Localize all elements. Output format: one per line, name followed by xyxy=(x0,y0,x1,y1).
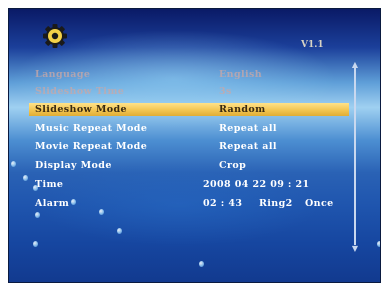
menu-item-label: Language xyxy=(35,69,91,80)
menu-item-alarm[interactable]: Alarm 02 : 43 Ring2 Once xyxy=(29,197,349,210)
bubble-decoration xyxy=(71,199,76,205)
menu-item-label: Time xyxy=(35,179,64,190)
menu-item-slideshow-mode[interactable]: Slideshow Mode Random xyxy=(29,103,349,116)
bubble-decoration xyxy=(23,175,28,181)
bubble-decoration xyxy=(35,212,40,218)
alarm-ring-value: Ring2 xyxy=(259,198,293,209)
bubble-decoration xyxy=(377,241,380,247)
menu-item-movie-repeat-mode[interactable]: Movie Repeat Mode Repeat all xyxy=(29,140,349,153)
menu-item-label: Alarm xyxy=(35,198,70,209)
menu-item-label: Movie Repeat Mode xyxy=(35,141,148,152)
bubble-decoration xyxy=(11,161,16,167)
menu-item-value: Random xyxy=(219,104,266,115)
menu-item-value: Repeat all xyxy=(219,141,277,152)
scrollbar[interactable] xyxy=(354,67,356,245)
bubble-decoration xyxy=(199,261,204,267)
gear-icon xyxy=(43,24,67,48)
menu-item-display-mode[interactable]: Display Mode Crop xyxy=(29,159,349,172)
menu-item-value: English xyxy=(219,69,263,80)
menu-item-value: Repeat all xyxy=(219,123,277,134)
down-arrow-icon[interactable]: ▼ xyxy=(350,245,360,253)
menu-item-value: Crop xyxy=(219,160,247,171)
device-frame: V1.1 Language English Slideshow Time 3s … xyxy=(0,0,387,289)
bubble-decoration xyxy=(33,241,38,247)
menu-item-slideshow-time[interactable]: Slideshow Time 3s xyxy=(29,85,349,98)
bubble-decoration xyxy=(117,228,122,234)
alarm-time-value: 02 : 43 xyxy=(203,198,243,209)
version-label: V1.1 xyxy=(301,40,324,50)
bubble-decoration xyxy=(33,185,38,191)
alarm-repeat-value: Once xyxy=(305,198,334,209)
menu-item-language[interactable]: Language English xyxy=(29,68,349,81)
menu-item-value: 2008 04 22 09 : 21 xyxy=(203,179,310,190)
settings-screen: V1.1 Language English Slideshow Time 3s … xyxy=(8,8,381,283)
menu-item-label: Music Repeat Mode xyxy=(35,123,148,134)
bubble-decoration xyxy=(99,209,104,215)
menu-item-label: Display Mode xyxy=(35,160,112,171)
menu-item-label: Slideshow Time xyxy=(35,86,125,97)
menu-item-value: 3s xyxy=(219,86,232,97)
menu-item-time[interactable]: Time 2008 04 22 09 : 21 xyxy=(29,178,349,191)
menu-item-label: Slideshow Mode xyxy=(35,104,127,115)
menu-item-music-repeat-mode[interactable]: Music Repeat Mode Repeat all xyxy=(29,122,349,135)
